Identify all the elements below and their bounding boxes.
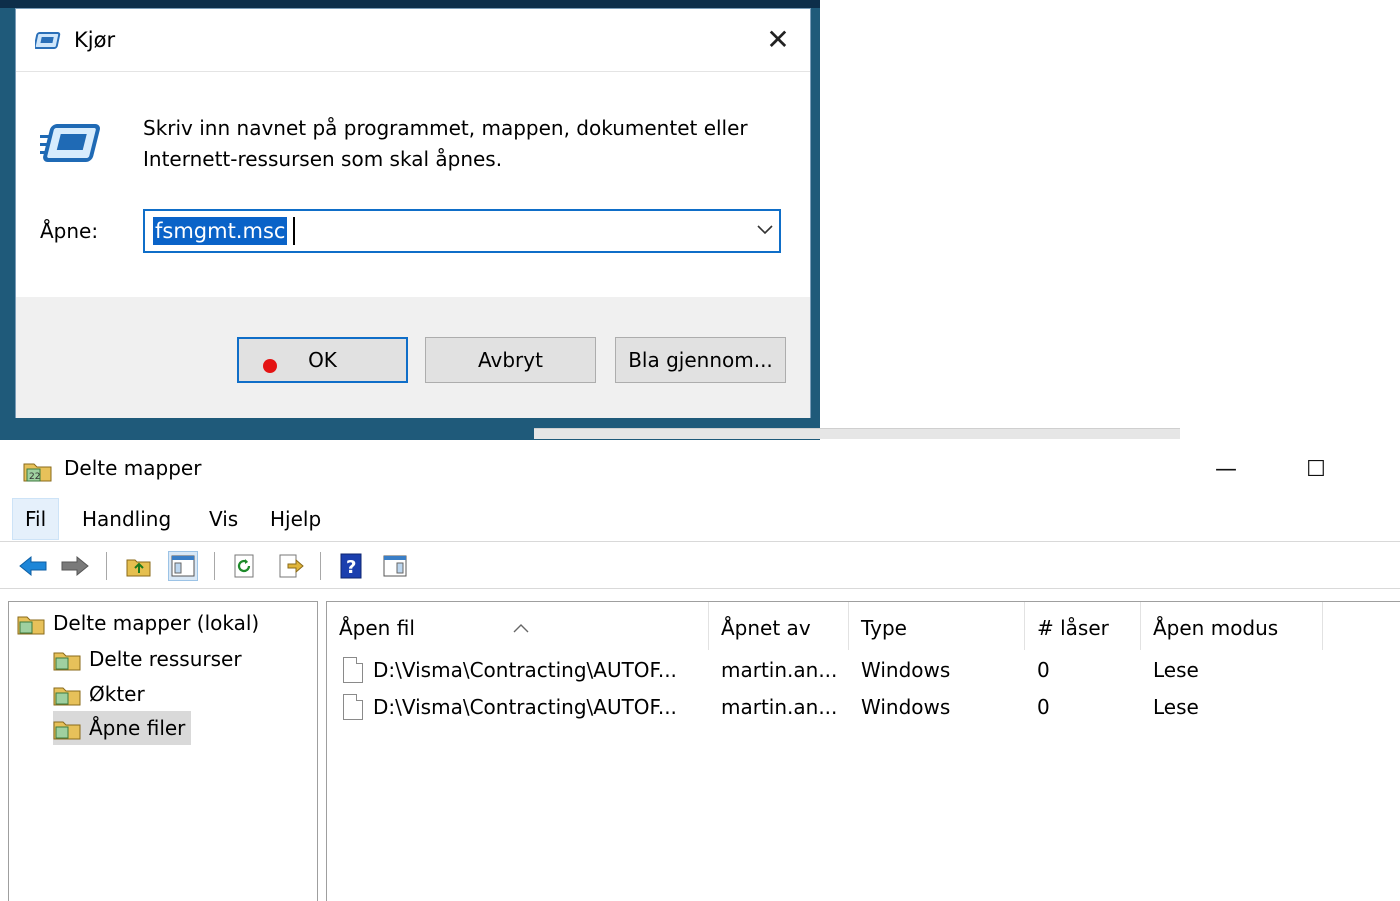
toolbar-separator <box>320 552 321 580</box>
svg-text:22: 22 <box>29 472 40 482</box>
column-header-open-mode[interactable]: Åpen modus <box>1141 602 1323 650</box>
description-line: Internett-ressursen som skal åpnes. <box>143 147 503 171</box>
toolbar: ? <box>0 541 1400 589</box>
window-title: Delte mapper <box>64 456 202 480</box>
red-dot-marker <box>263 359 277 373</box>
description-line: Skriv inn navnet på programmet, mappen, … <box>143 116 748 140</box>
open-label: Åpne: <box>40 219 99 243</box>
maximize-icon: ☐ <box>1306 456 1326 482</box>
run-app-icon <box>33 31 63 55</box>
run-title: Kjør <box>74 28 116 52</box>
cell-open-mode: Lese <box>1153 695 1199 719</box>
cell-type: Windows <box>861 695 951 719</box>
column-header-label: Åpen fil <box>339 616 415 640</box>
back-arrow-icon <box>19 555 47 577</box>
column-header-label: Åpnet av <box>721 616 811 640</box>
shared-folders-icon <box>17 616 45 635</box>
column-header-open-file[interactable]: Åpen fil <box>327 602 709 650</box>
background-bar <box>534 428 1180 439</box>
open-files-list: Åpen fil Åpnet av Type # låser Åpen modu… <box>326 601 1400 901</box>
forward-arrow-icon <box>61 555 89 577</box>
window-title-bar: 22 Delte mapper — ☐ <box>0 440 1400 498</box>
help-icon: ? <box>340 553 362 579</box>
back-button[interactable] <box>18 551 48 581</box>
run-button-bar: OK Avbryt Bla gjennom... <box>16 297 810 418</box>
action-pane-icon <box>383 555 407 577</box>
export-list-button[interactable] <box>276 551 306 581</box>
cancel-button-label: Avbryt <box>478 348 543 372</box>
cell-locks: 0 <box>1037 658 1050 682</box>
menu-fil[interactable]: Fil <box>12 498 60 540</box>
menu-bar: Fil Handling Vis Hjelp <box>0 498 1400 540</box>
console-tree: Delte mapper (lokal) Delte ressurser Økt… <box>8 601 318 901</box>
minimize-icon: — <box>1215 456 1237 482</box>
shared-folders-icon <box>53 721 81 740</box>
tree-item-sessions[interactable]: Økter <box>53 677 145 711</box>
folder-up-icon <box>126 559 151 577</box>
sort-ascending-icon <box>513 602 529 654</box>
help-button[interactable]: ? <box>336 551 366 581</box>
shared-folders-window: 22 Delte mapper — ☐ Fil Handling Vis Hje… <box>0 440 1400 901</box>
background-strip <box>0 0 820 8</box>
file-icon <box>343 657 363 683</box>
menu-hjelp[interactable]: Hjelp <box>258 498 333 540</box>
svg-text:?: ? <box>346 557 356 578</box>
refresh-button[interactable] <box>230 551 260 581</box>
cell-open-mode: Lese <box>1153 658 1199 682</box>
column-header-label: # låser <box>1037 616 1109 640</box>
forward-button[interactable] <box>60 551 90 581</box>
menu-vis[interactable]: Vis <box>197 498 250 540</box>
cell-opened-by: martin.an... <box>721 695 838 719</box>
cancel-button[interactable]: Avbryt <box>425 337 596 383</box>
cell-open-file: D:\Visma\Contracting\AUTOF... <box>373 695 677 719</box>
browse-button[interactable]: Bla gjennom... <box>615 337 786 383</box>
cell-locks: 0 <box>1037 695 1050 719</box>
ok-button[interactable]: OK <box>237 337 408 383</box>
column-header-opened-by[interactable]: Åpnet av <box>709 602 849 650</box>
tree-item-open-files[interactable]: Åpne filer <box>53 711 192 745</box>
tree-item-label: Delte ressurser <box>89 647 242 671</box>
column-header-label: Type <box>861 616 907 640</box>
tree-item-label: Økter <box>89 682 145 706</box>
close-icon: ✕ <box>766 22 790 56</box>
tree-item-shared-folders-local[interactable]: Delte mapper (lokal) <box>17 606 259 640</box>
column-header-label: Åpen modus <box>1153 616 1279 640</box>
run-title-bar: Kjør ✕ <box>16 9 810 71</box>
console-tree-icon <box>171 555 195 577</box>
divider <box>16 71 810 72</box>
cell-opened-by: martin.an... <box>721 658 838 682</box>
maximize-button[interactable]: ☐ <box>1296 454 1336 484</box>
cell-type: Windows <box>861 658 951 682</box>
minimize-button[interactable]: — <box>1206 454 1246 484</box>
open-input-value[interactable]: fsmgmt.msc <box>153 217 288 245</box>
tree-item-label: Delte mapper (lokal) <box>53 611 260 635</box>
export-list-icon <box>279 554 304 578</box>
up-one-level-button[interactable] <box>124 551 154 581</box>
run-program-icon <box>40 121 106 173</box>
browse-button-label: Bla gjennom... <box>628 348 773 372</box>
show-hide-console-tree-button[interactable] <box>168 551 198 581</box>
tree-item-shared-resources[interactable]: Delte ressurser <box>53 642 242 676</box>
show-hide-action-pane-button[interactable] <box>380 551 410 581</box>
column-header-locks[interactable]: # låser <box>1025 602 1141 650</box>
shared-folders-icon <box>53 652 81 671</box>
shared-folders-icon <box>53 687 81 706</box>
cell-open-file: D:\Visma\Contracting\AUTOF... <box>373 658 677 682</box>
column-header-type[interactable]: Type <box>849 602 1025 650</box>
run-dialog: Kjør ✕ Skriv inn navnet på programmet, m… <box>15 8 811 418</box>
toolbar-separator <box>106 552 107 580</box>
text-caret <box>293 217 295 245</box>
ok-button-label: OK <box>308 348 337 372</box>
refresh-icon <box>234 554 254 578</box>
close-button[interactable]: ✕ <box>760 21 796 57</box>
file-icon <box>343 694 363 720</box>
toolbar-separator <box>214 552 215 580</box>
chevron-down-icon[interactable] <box>757 219 773 240</box>
menu-handling[interactable]: Handling <box>70 498 183 540</box>
tree-item-label: Åpne filer <box>89 716 186 740</box>
run-description: Skriv inn navnet på programmet, mappen, … <box>143 113 803 175</box>
shared-folders-icon: 22 <box>23 457 53 487</box>
open-combobox[interactable]: fsmgmt.msc <box>143 209 781 253</box>
